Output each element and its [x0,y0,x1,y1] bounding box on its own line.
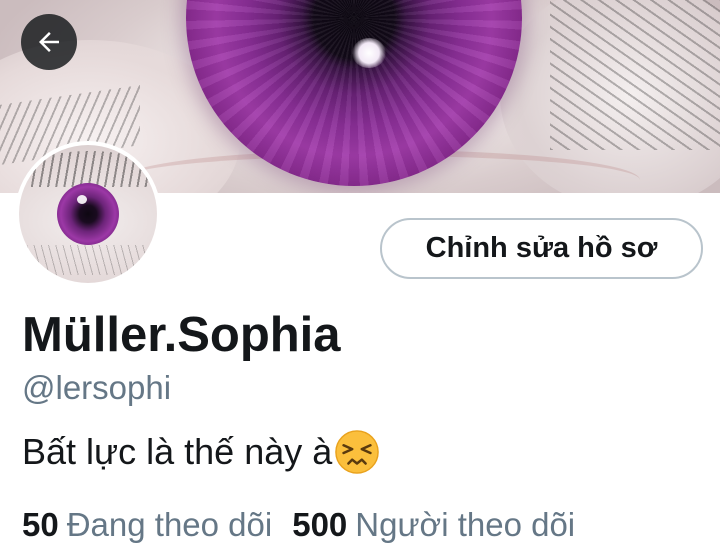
avatar-image [19,145,157,283]
back-button[interactable] [21,14,77,70]
bio-text: Bất lực là thế này à [22,431,333,472]
arrow-left-icon [39,32,59,52]
avatar-lashes-bottom [27,245,147,275]
banner-glint [352,38,386,68]
following-stat[interactable]: 50 Đang theo dõi [22,506,272,544]
profile-page: Chỉnh sửa hồ sơ Müller.Sophia @lersophi … [0,0,720,554]
following-label: Đang theo dõi [66,506,273,543]
followers-label: Người theo dõi [355,506,576,543]
avatar-iris [57,183,119,245]
following-count: 50 [22,506,59,543]
profile-bio: Bất lực là thế này à [22,428,380,476]
avatar-lashes-top [29,151,149,187]
user-handle: @lersophi [22,369,172,406]
display-name: Müller.Sophia [22,308,341,362]
banner-lashes-right [550,0,720,150]
edit-profile-button[interactable]: Chỉnh sửa hồ sơ [380,218,703,279]
profile-stats: 50 Đang theo dõi 500 Người theo dõi [22,503,575,547]
followers-count: 500 [292,506,348,543]
avatar-glint [77,195,87,204]
persevering-face-icon [335,430,380,474]
avatar[interactable] [15,141,161,287]
followers-stat[interactable]: 500 Người theo dõi [292,506,575,544]
